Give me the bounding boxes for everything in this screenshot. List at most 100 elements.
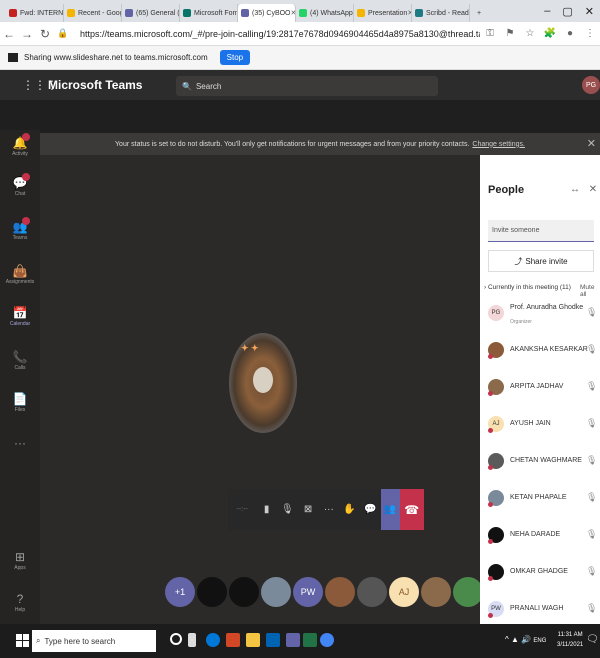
- files-icon: 📄: [12, 392, 28, 406]
- taskbar-search-input[interactable]: ⌕ Type here to search: [32, 630, 156, 652]
- browser-tab[interactable]: (35) CyBOO ✕: [238, 4, 296, 22]
- translate-icon[interactable]: ⚑: [500, 28, 520, 39]
- rail-item-chat[interactable]: 💬 Chat: [0, 173, 40, 197]
- rail-item-more[interactable]: ···: [0, 436, 40, 451]
- rail-item-teams[interactable]: 👥 Teams: [0, 217, 40, 241]
- file-explorer-icon[interactable]: [246, 633, 260, 647]
- browser-tab[interactable]: Fwd: INTERNA✕: [6, 4, 64, 22]
- browser-tab[interactable]: Microsoft Forms✕: [180, 4, 238, 22]
- profile-icon[interactable]: ●: [560, 28, 580, 39]
- participant-thumbnail[interactable]: [357, 577, 387, 607]
- rail-item-apps[interactable]: ⊞ Apps: [0, 550, 40, 571]
- mic-muted-icon[interactable]: 🎙: [586, 307, 597, 318]
- chat-icon[interactable]: 💬: [360, 504, 381, 515]
- forward-icon[interactable]: →: [18, 27, 36, 41]
- chrome-icon[interactable]: [320, 633, 334, 647]
- more-actions-icon[interactable]: ···: [318, 504, 339, 515]
- close-icon[interactable]: ✕: [587, 137, 596, 150]
- mic-muted-icon[interactable]: 🎙: [586, 381, 597, 392]
- mic-muted-icon[interactable]: 🎙: [586, 455, 597, 466]
- participant-row[interactable]: AKANKSHA KESARKAR 🎙: [488, 339, 598, 363]
- mic-off-icon[interactable]: 🎙: [277, 504, 298, 515]
- rail-item-calendar[interactable]: 📅 Calendar: [0, 306, 40, 327]
- search-input[interactable]: 🔍 Search: [176, 76, 438, 96]
- participant-thumbnail[interactable]: [325, 577, 355, 607]
- participant-row[interactable]: CHETAN WAGHMARE 🎙: [488, 450, 598, 474]
- participant-row[interactable]: AJ AYUSH JAIN 🎙: [488, 413, 598, 437]
- new-tab-button[interactable]: +: [470, 4, 488, 22]
- participant-row[interactable]: OMKAR GHADGE 🎙: [488, 561, 598, 585]
- camera-off-icon[interactable]: ▮: [256, 504, 277, 515]
- extension-icon[interactable]: 🧩: [540, 28, 560, 39]
- participant-row[interactable]: NEHA DARADE 🎙: [488, 524, 598, 548]
- notification-center-icon[interactable]: 🗨: [586, 634, 599, 645]
- share-tray-icon[interactable]: ⊠: [298, 504, 319, 515]
- user-avatar[interactable]: PG: [582, 76, 600, 94]
- rail-item-assignments[interactable]: 👜 Assignments: [0, 264, 40, 285]
- in-meeting-header[interactable]: › Currently in this meeting (11): [484, 284, 571, 291]
- url-field[interactable]: https://teams.microsoft.com/_#/pre-join-…: [80, 29, 480, 39]
- rail-item-activity[interactable]: 🔔 Activity: [0, 133, 40, 157]
- tab-label: Fwd: INTERNA: [20, 9, 64, 17]
- mic-muted-icon[interactable]: 🎙: [586, 492, 597, 503]
- rail-item-calls[interactable]: 📞 Calls: [0, 350, 40, 371]
- invite-input[interactable]: Invite someone: [488, 220, 594, 242]
- participant-row[interactable]: PG Prof. Anuradha Ghodke Organizer 🎙: [488, 302, 598, 326]
- participant-row[interactable]: PW PRANALI WAGH 🎙: [488, 598, 598, 622]
- rail-item-files[interactable]: 📄 Files: [0, 392, 40, 413]
- teams-taskbar-icon[interactable]: [286, 633, 300, 647]
- mic-muted-icon[interactable]: 🎙: [586, 418, 597, 429]
- reload-icon[interactable]: ↻: [36, 27, 54, 41]
- participant-row[interactable]: KETAN PHAPALE 🎙: [488, 487, 598, 511]
- tab-favicon-icon: [415, 9, 423, 17]
- participant-thumbnail[interactable]: +1: [165, 577, 195, 607]
- share-invite-button[interactable]: ⤴ Share invite: [488, 250, 594, 272]
- store-icon[interactable]: [266, 633, 280, 647]
- maximize-icon[interactable]: ▢: [562, 5, 572, 18]
- menu-icon[interactable]: ⋮: [580, 28, 600, 39]
- back-icon[interactable]: ←: [0, 27, 18, 41]
- participant-thumbnail[interactable]: AJ: [389, 577, 419, 607]
- participant-thumbnail[interactable]: [261, 577, 291, 607]
- clock[interactable]: 11:31 AM 3/11/2021: [557, 630, 583, 650]
- browser-tab[interactable]: Recent - Google✕: [64, 4, 122, 22]
- powerpoint-icon[interactable]: [226, 633, 240, 647]
- edge-icon[interactable]: [206, 633, 220, 647]
- participant-thumbnail[interactable]: PW: [293, 577, 323, 607]
- task-view-icon[interactable]: [188, 633, 196, 647]
- lock-icon: 🔒: [57, 28, 69, 38]
- close-window-icon[interactable]: ✕: [585, 5, 594, 18]
- mic-muted-icon[interactable]: 🎙: [586, 566, 597, 577]
- participant-thumbnail[interactable]: [453, 577, 483, 607]
- browser-tab[interactable]: Scribd - Read boo✕: [412, 4, 470, 22]
- hang-up-icon[interactable]: ☎: [399, 489, 425, 530]
- participant-thumbnail[interactable]: [421, 577, 451, 607]
- mic-muted-icon[interactable]: 🎙: [586, 603, 597, 614]
- participants-icon[interactable]: 👥: [380, 489, 400, 530]
- minimize-icon[interactable]: –: [544, 5, 550, 18]
- participant-thumbnail[interactable]: [229, 577, 259, 607]
- volume-icon[interactable]: 🔊: [521, 635, 531, 644]
- cortana-icon[interactable]: [170, 633, 182, 645]
- excel-icon[interactable]: [303, 633, 317, 647]
- mic-muted-icon[interactable]: 🎙: [586, 529, 597, 540]
- close-panel-icon[interactable]: ✕: [589, 184, 597, 195]
- change-settings-link[interactable]: Change settings.: [472, 141, 525, 148]
- chevron-up-icon[interactable]: ^: [505, 635, 509, 644]
- windows-start-icon[interactable]: [16, 634, 30, 648]
- participant-thumbnail[interactable]: [197, 577, 227, 607]
- browser-tab[interactable]: (4) WhatsApp✕: [296, 4, 354, 22]
- raise-hand-icon[interactable]: ✋: [339, 504, 360, 515]
- stop-sharing-button[interactable]: Stop: [219, 50, 251, 65]
- participant-row[interactable]: ARPITA JADHAV 🎙: [488, 376, 598, 400]
- language-indicator[interactable]: ENG: [533, 638, 546, 644]
- mic-muted-icon[interactable]: 🎙: [586, 344, 597, 355]
- browser-tab[interactable]: Presentation✕: [354, 4, 412, 22]
- mute-all-button[interactable]: Mute all: [580, 284, 600, 298]
- rail-item-help[interactable]: ? Help: [0, 592, 40, 613]
- key-icon[interactable]: ⚿: [480, 28, 500, 39]
- pop-out-icon[interactable]: ↔: [570, 184, 580, 195]
- star-icon[interactable]: ☆: [520, 28, 540, 39]
- browser-tab[interactable]: (65) General (MC✕: [122, 4, 180, 22]
- network-icon[interactable]: ▲: [511, 635, 519, 644]
